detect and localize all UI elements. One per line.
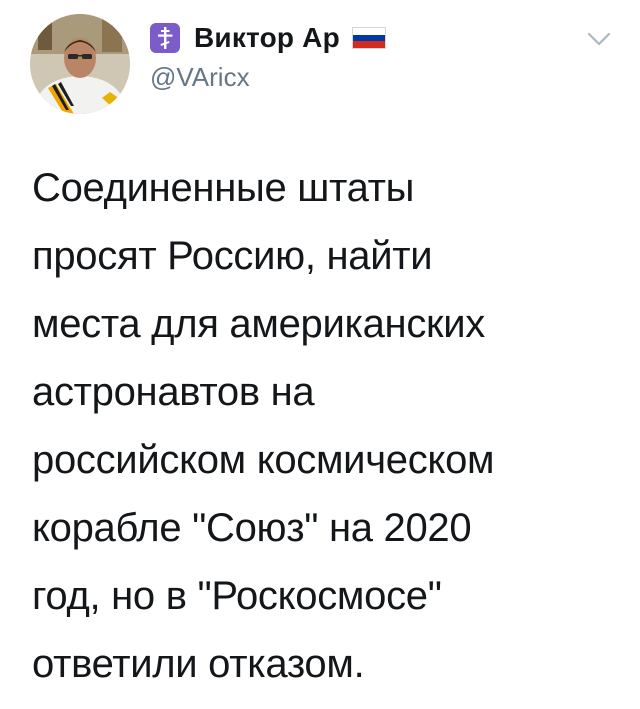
- tweet-text-line: корабле "Союз" на 2020: [32, 506, 472, 550]
- tweet-text-line: ответили отказом.: [32, 642, 365, 686]
- chevron-down-icon[interactable]: [586, 30, 612, 48]
- tweet-text-line: просят Россию, найти: [32, 234, 433, 278]
- avatar-photo: [30, 14, 130, 114]
- orthodox-cross-icon: [150, 23, 180, 53]
- avatar[interactable]: [30, 14, 130, 114]
- russia-flag-icon: [351, 27, 386, 49]
- display-name[interactable]: Виктор Ар: [194, 22, 340, 54]
- tweet-text-line: места для американских: [32, 302, 485, 346]
- user-handle[interactable]: @VAricx: [150, 62, 250, 93]
- tweet-text: Соединенные штаты просят Россию, найти м…: [32, 154, 612, 698]
- tweet-text-line: российском космическом: [32, 438, 495, 482]
- author-name-row: Виктор Ар: [150, 18, 386, 58]
- tweet-card: Виктор Ар @VAricx Соединенные штаты прос…: [0, 0, 640, 709]
- tweet-text-line: год, но в "Роскосмосе": [32, 574, 442, 618]
- tweet-text-line: Соединенные штаты: [32, 166, 415, 210]
- tweet-text-line: астронавтов на: [32, 370, 315, 414]
